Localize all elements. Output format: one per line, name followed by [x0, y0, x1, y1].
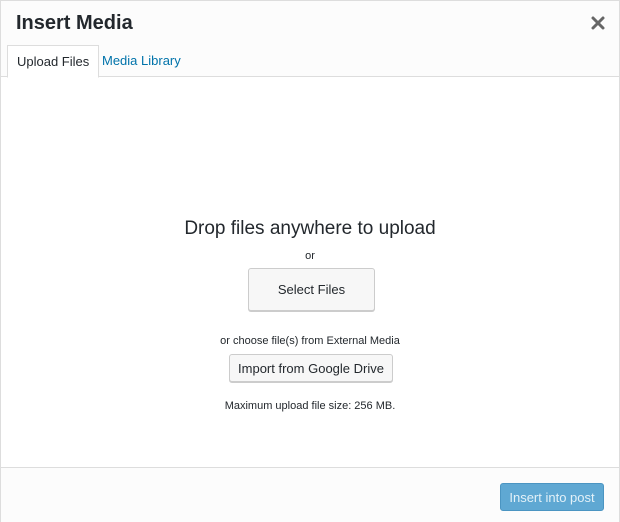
- tab-upload-files[interactable]: Upload Files: [7, 45, 100, 78]
- import-google-drive-button[interactable]: Import from Google Drive: [229, 354, 393, 382]
- upload-drop-area[interactable]: Drop files anywhere to upload or Select …: [1, 78, 619, 467]
- external-media-label: or choose file(s) from External Media: [220, 335, 400, 347]
- modal-header: Insert Media: [1, 1, 619, 45]
- select-files-button[interactable]: Select Files: [248, 268, 375, 311]
- insert-media-modal: Insert Media Upload Files Media Library …: [0, 0, 620, 522]
- close-icon[interactable]: [589, 14, 607, 32]
- modal-title: Insert Media: [16, 12, 133, 34]
- tab-media-library[interactable]: Media Library: [93, 45, 190, 77]
- insert-into-post-button[interactable]: Insert into post: [500, 483, 604, 511]
- max-upload-size: Maximum upload file size: 256 MB.: [224, 400, 396, 412]
- or-separator: or: [305, 250, 315, 262]
- tab-bar: Upload Files Media Library: [1, 45, 619, 78]
- drop-instructions: Drop files anywhere to upload: [184, 218, 436, 239]
- modal-footer: Insert into post: [1, 467, 619, 522]
